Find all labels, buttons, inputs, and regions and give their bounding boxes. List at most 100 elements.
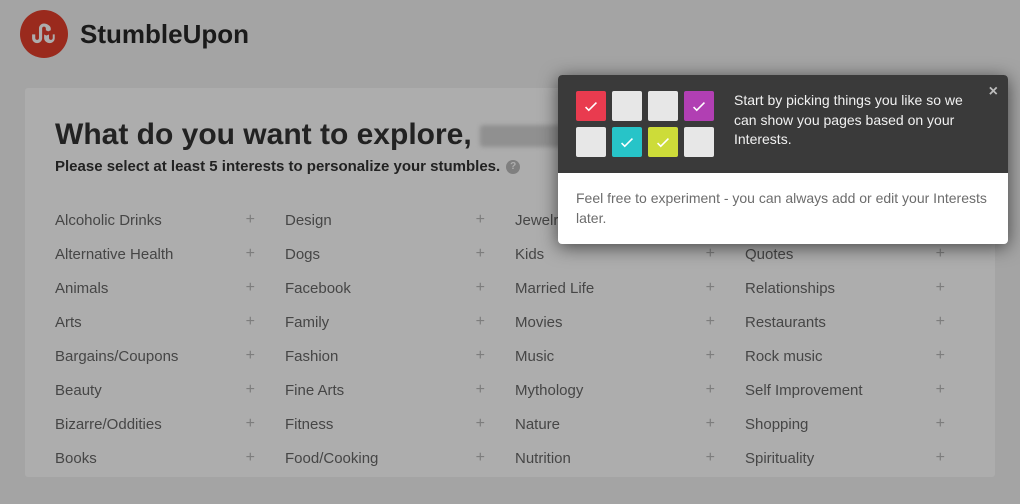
interest-item[interactable]: Fitness +: [285, 415, 505, 433]
empty-box-icon: [576, 127, 606, 157]
interest-item[interactable]: Shopping +: [745, 415, 965, 433]
add-icon: +: [936, 415, 945, 433]
interest-item[interactable]: Music+: [515, 347, 735, 365]
interest-label: Quotes: [745, 246, 793, 263]
interest-item[interactable]: Quotes +: [745, 245, 965, 263]
interest-item[interactable]: Mythology +: [515, 381, 735, 399]
interest-item[interactable]: Family+: [285, 313, 505, 331]
interest-label: Facebook: [285, 280, 351, 297]
empty-box-icon: [648, 91, 678, 121]
interest-item[interactable]: Bizarre/Oddities +: [55, 415, 275, 433]
add-icon: +: [936, 347, 945, 365]
add-icon: +: [246, 449, 255, 467]
add-icon: +: [476, 279, 485, 297]
add-icon: +: [476, 415, 485, 433]
interest-label: Spirituality: [745, 450, 814, 467]
interest-label: Married Life: [515, 280, 594, 297]
interest-label: Restaurants: [745, 314, 826, 331]
add-icon: +: [476, 313, 485, 331]
interest-item[interactable]: Dogs +: [285, 245, 505, 263]
add-icon: +: [476, 449, 485, 467]
interest-item[interactable]: Alcoholic Drinks +: [55, 211, 275, 229]
help-icon[interactable]: ?: [506, 160, 520, 174]
add-icon: +: [246, 347, 255, 365]
add-icon: +: [936, 381, 945, 399]
add-icon: +: [246, 415, 255, 433]
interest-label: Shopping: [745, 416, 808, 433]
add-icon: +: [936, 245, 945, 263]
checked-box-icon: [684, 91, 714, 121]
interest-label: Fashion: [285, 348, 338, 365]
interest-item[interactable]: Arts +: [55, 313, 275, 331]
add-icon: +: [936, 279, 945, 297]
brand-name: StumbleUpon: [80, 19, 249, 50]
add-icon: +: [706, 279, 715, 297]
interest-label: Design: [285, 212, 332, 229]
interest-label: Kids: [515, 246, 544, 263]
interest-item[interactable]: Fashion +: [285, 347, 505, 365]
interest-item[interactable]: Bargains/Coupons+: [55, 347, 275, 365]
add-icon: +: [936, 449, 945, 467]
add-icon: +: [476, 211, 485, 229]
interest-label: Fitness: [285, 416, 333, 433]
interest-label: Mythology: [515, 382, 583, 399]
interest-label: Music: [515, 348, 554, 365]
interest-item[interactable]: Fine Arts +: [285, 381, 505, 399]
interest-label: Fine Arts: [285, 382, 344, 399]
tooltip-main-text: Start by picking things you like so we c…: [734, 91, 990, 157]
close-icon[interactable]: ×: [989, 83, 998, 101]
tooltip-header: × Start by picking things you like so we…: [558, 75, 1008, 173]
example-checkbox-grid: [576, 91, 714, 157]
interests-grid: Alcoholic Drinks+Design+Jewelry+Alternat…: [55, 211, 965, 467]
interest-item[interactable]: Food/Cooking +: [285, 449, 505, 467]
interest-item[interactable]: Rock music +: [745, 347, 965, 365]
add-icon: +: [706, 449, 715, 467]
add-icon: +: [706, 381, 715, 399]
interest-item[interactable]: Restaurants +: [745, 313, 965, 331]
interest-item[interactable]: Married Life +: [515, 279, 735, 297]
interest-item[interactable]: Nature +: [515, 415, 735, 433]
add-icon: +: [706, 245, 715, 263]
interest-label: Food/Cooking: [285, 450, 378, 467]
add-icon: +: [936, 313, 945, 331]
interest-label: Rock music: [745, 348, 823, 365]
add-icon: +: [246, 313, 255, 331]
add-icon: +: [706, 415, 715, 433]
add-icon: +: [476, 347, 485, 365]
interest-item[interactable]: Facebook +: [285, 279, 505, 297]
interest-item[interactable]: Beauty+: [55, 381, 275, 399]
interest-label: Alternative Health: [55, 246, 173, 263]
interest-label: Animals: [55, 280, 108, 297]
interest-item[interactable]: Movies+: [515, 313, 735, 331]
header: StumbleUpon: [0, 0, 1020, 68]
interest-label: Beauty: [55, 382, 102, 399]
checked-box-icon: [612, 127, 642, 157]
interest-label: Self Improvement: [745, 382, 863, 399]
onboarding-tooltip: × Start by picking things you like so we…: [558, 75, 1008, 244]
logo-icon: [20, 10, 68, 58]
interest-item[interactable]: Nutrition+: [515, 449, 735, 467]
interest-label: Nature: [515, 416, 560, 433]
interest-label: Bizarre/Oddities: [55, 416, 162, 433]
interest-item[interactable]: Alternative Health +: [55, 245, 275, 263]
empty-box-icon: [684, 127, 714, 157]
add-icon: +: [246, 211, 255, 229]
add-icon: +: [476, 381, 485, 399]
interest-item[interactable]: Self Improvement +: [745, 381, 965, 399]
tooltip-sub-text: Feel free to experiment - you can always…: [558, 173, 1008, 244]
add-icon: +: [246, 245, 255, 263]
interest-label: Arts: [55, 314, 82, 331]
interest-label: Dogs: [285, 246, 320, 263]
interest-item[interactable]: Design +: [285, 211, 505, 229]
add-icon: +: [246, 279, 255, 297]
add-icon: +: [476, 245, 485, 263]
interest-item[interactable]: Animals +: [55, 279, 275, 297]
add-icon: +: [706, 313, 715, 331]
checked-box-icon: [648, 127, 678, 157]
interest-item[interactable]: Kids +: [515, 245, 735, 263]
interest-item[interactable]: Spirituality +: [745, 449, 965, 467]
interest-label: Alcoholic Drinks: [55, 212, 162, 229]
interest-item[interactable]: Relationships+: [745, 279, 965, 297]
checked-box-icon: [576, 91, 606, 121]
interest-item[interactable]: Books+: [55, 449, 275, 467]
